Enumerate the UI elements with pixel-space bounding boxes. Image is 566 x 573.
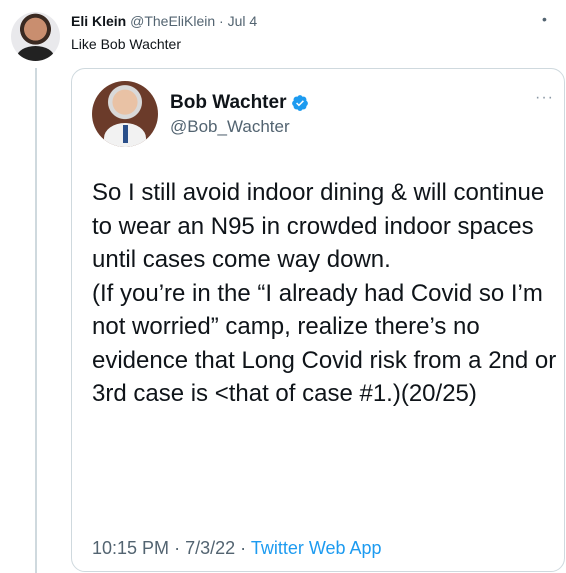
author-name[interactable]: Eli Klein xyxy=(71,13,126,29)
meta-separator: · xyxy=(240,538,247,558)
author-handle[interactable]: @TheEliKlein xyxy=(130,13,215,29)
source-link[interactable]: Twitter Web App xyxy=(251,538,382,558)
tweet-text: Like Bob Wachter xyxy=(71,36,181,52)
avatar[interactable] xyxy=(11,12,60,61)
more-horizontal-icon[interactable]: ··· xyxy=(535,90,554,106)
meta-separator: · xyxy=(174,538,181,558)
quoted-author-name[interactable]: Bob Wachter xyxy=(170,91,286,115)
quoted-time[interactable]: 10:15 PM xyxy=(92,538,169,558)
quoted-tweet-meta: 10:15 PM · 7/3/22 · Twitter Web App xyxy=(92,536,382,560)
tweet-date[interactable]: Jul 4 xyxy=(228,13,258,29)
quoted-author-name-row[interactable]: Bob Wachter xyxy=(170,91,309,115)
header-separator: · xyxy=(219,13,224,29)
quoted-tweet-text: So I still avoid indoor dining & will co… xyxy=(92,179,557,407)
quoted-avatar-tie xyxy=(123,125,128,143)
quoted-date[interactable]: 7/3/22 xyxy=(185,538,235,558)
verified-badge-icon xyxy=(292,95,309,111)
more-horizontal-icon[interactable]: • xyxy=(542,12,547,26)
quoted-author-handle[interactable]: @Bob_Wachter xyxy=(170,116,290,138)
thread-connector-line xyxy=(35,68,37,573)
quoted-avatar[interactable] xyxy=(92,81,158,147)
quoted-tweet-card[interactable]: Bob Wachter @Bob_Wachter ··· So I still … xyxy=(71,68,565,572)
avatar-shoulders xyxy=(17,46,54,61)
tweet-header: Eli Klein @TheEliKlein · Jul 4 xyxy=(71,12,257,30)
